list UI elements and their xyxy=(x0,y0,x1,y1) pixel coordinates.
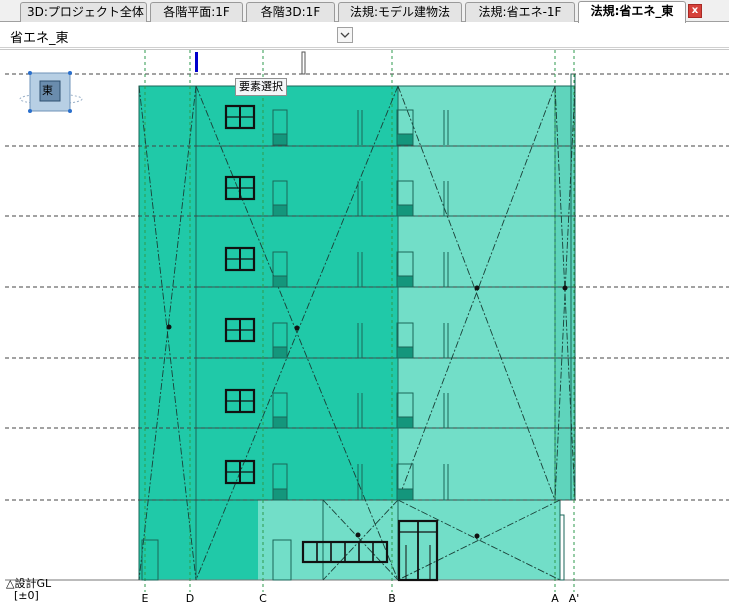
level-marker xyxy=(195,52,198,72)
grid-label-d: D xyxy=(185,592,195,605)
tab-model-building-law[interactable]: 法規:モデル建物法 xyxy=(338,2,462,22)
ground-level-label: △設計GL xyxy=(6,577,52,590)
view-tab-bar: 3D:プロジェクト全体 各階平面:1F 各階3D:1F 法規:モデル建物法 法規… xyxy=(0,0,729,23)
element-select-tooltip: 要素選択 xyxy=(235,78,287,96)
grid-label-c: C xyxy=(259,592,267,605)
grid-label-b: B xyxy=(388,592,396,605)
tab-energy-1f[interactable]: 法規:省エネ-1F xyxy=(465,2,575,22)
grid-label-a: A xyxy=(551,592,559,605)
tab-floor-3d-1f[interactable]: 各階3D:1F xyxy=(246,2,335,22)
chevron-down-icon xyxy=(340,32,350,38)
grid-label-a-prime: A' xyxy=(568,592,580,605)
tab-floor-plan-1f[interactable]: 各階平面:1F xyxy=(150,2,243,22)
tab-3d-project[interactable]: 3D:プロジェクト全体 xyxy=(20,2,147,22)
view-dropdown-button[interactable] xyxy=(337,27,353,43)
current-view-name: 省エネ_東 xyxy=(10,31,69,46)
view-selector-bar: 省エネ_東 xyxy=(0,23,729,48)
ground-level-value: [±0] xyxy=(14,589,39,602)
tab-energy-east[interactable]: 法規:省エネ_東 xyxy=(578,1,686,23)
grid-label-e: E xyxy=(141,592,149,605)
close-tab-icon[interactable]: x xyxy=(688,4,702,18)
direction-label: 東 xyxy=(42,84,53,97)
elevation-canvas[interactable]: 要素選択 東 △設計GL [±0] E D C B A A' xyxy=(0,49,729,608)
section-marker xyxy=(301,51,306,75)
facade-light-section xyxy=(398,86,573,500)
east-elevation-drawing[interactable] xyxy=(0,50,729,609)
direction-widget[interactable]: 東 xyxy=(19,71,83,113)
